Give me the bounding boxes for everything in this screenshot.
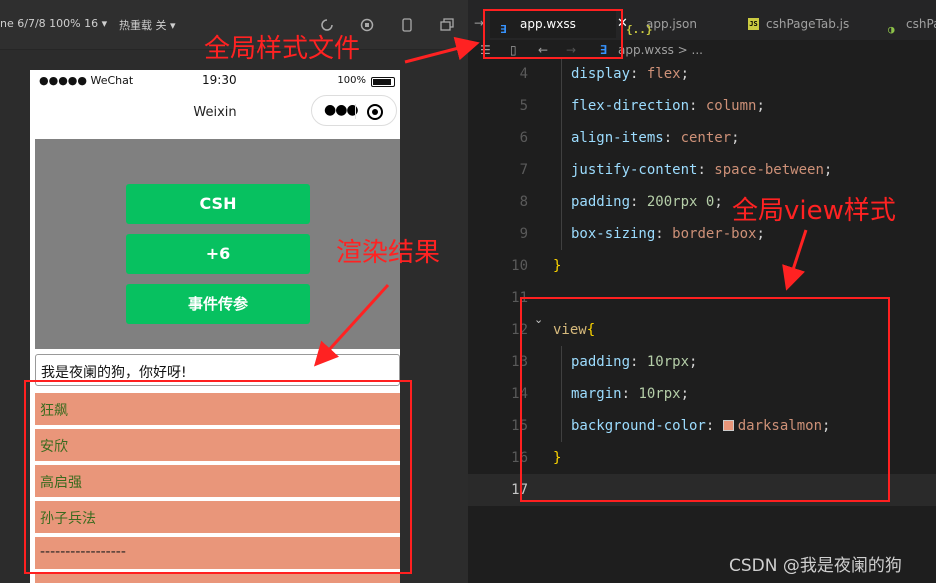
arrow-to-tab [404, 36, 480, 64]
annotation-render-result: 渲染结果 [336, 238, 441, 268]
arrow-to-view [782, 229, 808, 291]
watermark: CSDN @我是夜阑的狗 [729, 556, 902, 576]
arrow-to-render [313, 283, 390, 367]
annotation-global-view-style: 全局view样式 [732, 196, 896, 226]
annotation-arrows [313, 36, 808, 367]
annotation-global-style-file: 全局样式文件 [204, 34, 361, 64]
